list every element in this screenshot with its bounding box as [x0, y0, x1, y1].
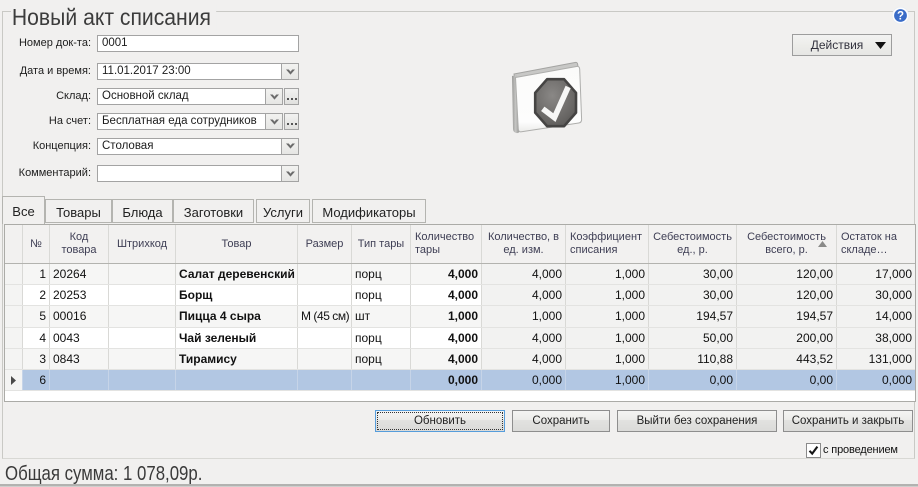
svg-text:?: ? — [897, 11, 904, 23]
